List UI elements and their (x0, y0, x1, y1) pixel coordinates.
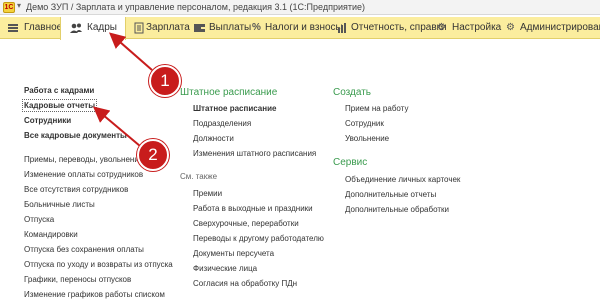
annotation-arrows (92, 32, 153, 147)
callout-badge-1: 1 (149, 65, 181, 97)
callout-badge-2: 2 (137, 139, 169, 171)
